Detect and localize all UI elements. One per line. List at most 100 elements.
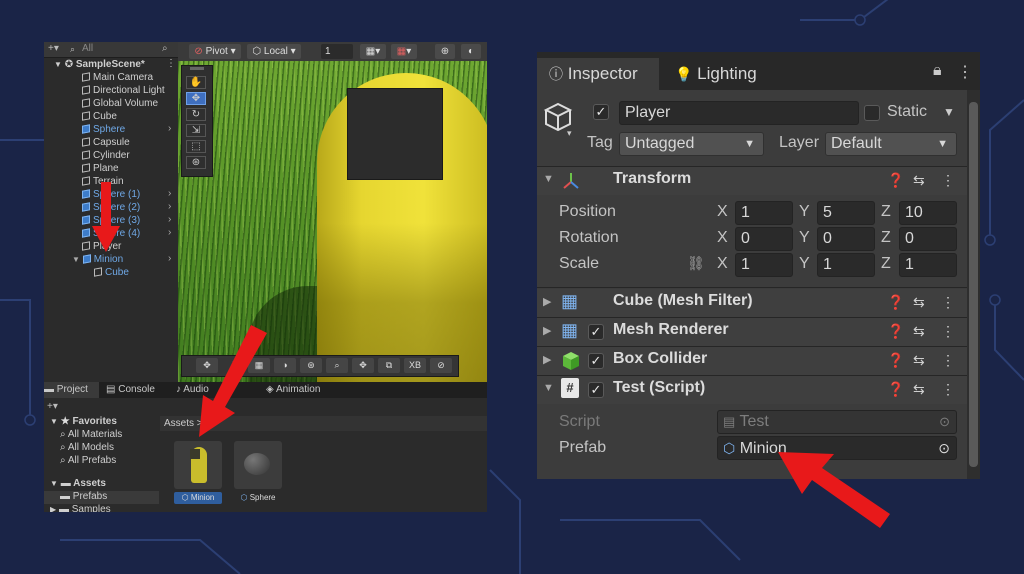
hierarchy-search-bar[interactable]: +▾ ⌕ All ⌕: [44, 42, 178, 58]
grid-snap-input[interactable]: 1: [321, 44, 353, 59]
move-gizmo-icon[interactable]: ✥: [352, 358, 374, 373]
collapse-arrow-icon[interactable]: ▼: [543, 173, 554, 185]
folder-prefabs[interactable]: ▬ Prefabs: [44, 491, 159, 504]
xb-button[interactable]: XB: [404, 358, 426, 373]
chevron-right-icon[interactable]: ›: [168, 123, 171, 134]
gizmo-icon[interactable]: ⊛: [300, 358, 322, 373]
asset-label-sphere[interactable]: ⬡ Sphere: [234, 492, 282, 504]
lock-icon[interactable]: 🔒︎: [933, 62, 942, 80]
hierarchy-item[interactable]: Global Volume: [82, 97, 158, 110]
scale-x-field[interactable]: 1: [735, 253, 793, 277]
tab-project[interactable]: ▬ Project: [44, 382, 99, 398]
preset-icon[interactable]: ⇆: [913, 323, 925, 340]
overlay-drag-handle[interactable]: [190, 67, 204, 70]
mesh-filter-header[interactable]: ▶ ▦ Cube (Mesh Filter) ❓ ⇆ ⋮: [537, 289, 967, 317]
test-script-enabled-checkbox[interactable]: ✓: [588, 382, 604, 398]
component-menu-icon[interactable]: ⋮: [941, 294, 955, 311]
hierarchy-search-input[interactable]: All: [82, 43, 93, 54]
preset-icon[interactable]: ⇆: [913, 294, 925, 311]
minion-cube-head[interactable]: [348, 89, 442, 179]
expand-arrow-icon[interactable]: ▶: [50, 505, 56, 512]
scale-z-field[interactable]: 1: [899, 253, 957, 277]
transform-header[interactable]: ▼ Transform ❓ ⇆ ⋮: [537, 167, 967, 195]
rotation-y-field[interactable]: 0: [817, 227, 875, 251]
scale-y-field[interactable]: 1: [817, 253, 875, 277]
icon-dropdown-arrow[interactable]: ▾: [567, 128, 572, 139]
hierarchy-item[interactable]: Sphere: [82, 123, 125, 136]
static-dropdown-arrow[interactable]: ▼: [943, 105, 955, 119]
hierarchy-item[interactable]: Cube: [94, 266, 129, 279]
folder-samples[interactable]: ▶ ▬ Samples: [50, 504, 111, 512]
magnifier-icon[interactable]: ⌕: [326, 358, 348, 373]
rotation-x-field[interactable]: 0: [735, 227, 793, 251]
chevron-right-icon[interactable]: ›: [168, 201, 171, 212]
static-checkbox[interactable]: [864, 105, 880, 121]
hierarchy-item[interactable]: Cylinder: [82, 149, 130, 162]
active-checkbox[interactable]: ✓: [593, 104, 609, 120]
component-menu-icon[interactable]: ⋮: [941, 352, 955, 369]
favorites-item[interactable]: ⌕ All Models: [60, 442, 114, 453]
component-menu-icon[interactable]: ⋮: [941, 172, 955, 189]
add-icon[interactable]: +▾: [48, 43, 59, 54]
scale-tool-icon[interactable]: ⇲: [186, 124, 206, 137]
hand-tool-icon[interactable]: ✋: [186, 76, 206, 89]
compass-icon[interactable]: ⊘: [430, 358, 452, 373]
box-collider-header[interactable]: ▶ ✓ Box Collider ❓ ⇆ ⋮: [537, 347, 967, 375]
snap-icon[interactable]: ▦▾: [391, 44, 417, 59]
help-icon[interactable]: ❓: [887, 294, 904, 311]
hierarchy-item[interactable]: Cube: [82, 110, 117, 123]
scrollbar-thumb[interactable]: [969, 102, 978, 467]
rect-tool-icon[interactable]: ⬚: [186, 140, 206, 153]
asset-label-minion[interactable]: ⬡ Minion: [174, 492, 222, 504]
hierarchy-item[interactable]: Plane: [82, 162, 119, 175]
expand-arrow-icon[interactable]: ▼: [50, 479, 58, 488]
expand-arrow-icon[interactable]: ▼: [50, 417, 58, 426]
rotate-tool-icon[interactable]: ↻: [186, 108, 206, 121]
constrain-proportions-icon[interactable]: ⛓: [687, 255, 705, 272]
preset-icon[interactable]: ⇆: [913, 381, 925, 398]
help-icon[interactable]: ❓: [887, 323, 904, 340]
position-y-field[interactable]: 5: [817, 201, 875, 225]
move-tool-icon[interactable]: ✥: [186, 92, 206, 105]
camera-icon[interactable]: ⧉: [378, 358, 400, 373]
component-menu-icon[interactable]: ⋮: [941, 381, 955, 398]
preset-icon[interactable]: ⇆: [913, 352, 925, 369]
scene-menu-icon[interactable]: ⋮: [166, 58, 176, 69]
box-collider-enabled-checkbox[interactable]: ✓: [588, 353, 604, 369]
mesh-renderer-enabled-checkbox[interactable]: ✓: [588, 324, 604, 340]
expand-arrow-icon[interactable]: ▶: [543, 295, 551, 308]
position-x-field[interactable]: 1: [735, 201, 793, 225]
favorites-header[interactable]: ▼ ★ Favorites: [50, 416, 117, 427]
add-icon[interactable]: +▾: [47, 401, 58, 412]
menu-kebab-icon[interactable]: ⋮: [957, 62, 973, 82]
tab-console[interactable]: ▤ Console: [106, 382, 155, 398]
layer-dropdown[interactable]: Default ▼: [825, 132, 957, 156]
help-icon[interactable]: ❓: [887, 172, 904, 189]
chevron-right-icon[interactable]: ›: [168, 188, 171, 199]
transform-tool-icon[interactable]: ⊛: [186, 156, 206, 169]
tab-inspector[interactable]: ⓘ Inspector: [537, 58, 659, 90]
assets-header[interactable]: ▼ ▬ Assets: [50, 478, 106, 489]
chevron-right-icon[interactable]: ›: [168, 227, 171, 238]
scene-view-icon[interactable]: ◐: [461, 44, 481, 59]
chevron-right-icon[interactable]: ›: [168, 253, 171, 264]
expand-arrow-icon[interactable]: ▶: [543, 324, 551, 337]
test-script-header[interactable]: ▼ # ✓ Test (Script) ❓ ⇆ ⋮: [537, 376, 967, 404]
object-picker-icon[interactable]: ⊙: [938, 437, 950, 459]
scene-root-row[interactable]: ▼ ✪ SampleScene*: [54, 58, 145, 71]
shading-icon[interactable]: ◑: [274, 358, 296, 373]
grid-icon[interactable]: ▦▾: [360, 44, 386, 59]
favorites-item[interactable]: ⌕ All Materials: [60, 429, 122, 440]
asset-sphere-thumb[interactable]: [234, 441, 282, 489]
asset-minion-thumb[interactable]: [174, 441, 222, 489]
chevron-right-icon[interactable]: ›: [168, 214, 171, 225]
position-z-field[interactable]: 10: [899, 201, 957, 225]
hierarchy-item-minion[interactable]: ▼ Minion: [72, 253, 123, 266]
hierarchy-item[interactable]: Capsule: [82, 136, 130, 149]
hierarchy-item[interactable]: Main Camera: [82, 71, 153, 84]
globe-icon[interactable]: ⊕: [435, 44, 455, 59]
local-dropdown[interactable]: ⬡ Local ▾: [247, 44, 301, 59]
favorites-item[interactable]: ⌕ All Prefabs: [60, 455, 116, 466]
expand-arrow-icon[interactable]: ▼: [72, 255, 80, 264]
object-name-field[interactable]: Player: [619, 101, 859, 125]
